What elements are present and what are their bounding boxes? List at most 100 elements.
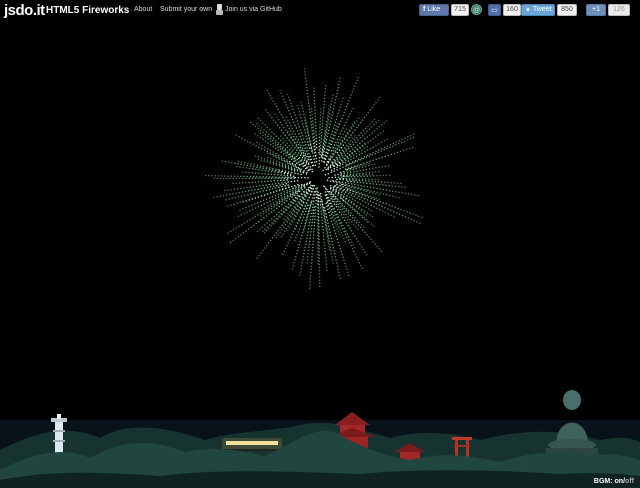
firework-spark bbox=[364, 251, 366, 253]
firework-spark bbox=[295, 237, 297, 239]
firework-spark bbox=[238, 191, 240, 194]
firework-spark bbox=[356, 120, 358, 122]
firework-spark bbox=[263, 158, 266, 160]
firework-spark bbox=[304, 198, 306, 200]
firework-spark bbox=[322, 145, 324, 147]
firework-spark bbox=[232, 192, 234, 195]
hatena-bookmark-button[interactable]: ▭ bbox=[488, 3, 501, 16]
firework-spark bbox=[325, 197, 328, 199]
firework-spark bbox=[242, 177, 244, 179]
firework-spark bbox=[377, 178, 380, 181]
firework-spark bbox=[342, 133, 344, 136]
firework-spark bbox=[349, 113, 351, 115]
firework-spark bbox=[325, 168, 327, 171]
firework-spark bbox=[305, 191, 308, 193]
firework-spark bbox=[362, 229, 364, 231]
firework-spark bbox=[377, 99, 379, 101]
firework-spark bbox=[329, 214, 331, 217]
github-icon[interactable] bbox=[216, 4, 223, 15]
firework-spark bbox=[303, 185, 305, 187]
facebook-like-button[interactable]: f Like bbox=[419, 3, 449, 16]
firework-spark bbox=[368, 155, 371, 157]
firework-spark bbox=[243, 194, 246, 197]
firework-spark bbox=[306, 171, 308, 173]
firework-spark bbox=[375, 101, 377, 104]
firework-spark bbox=[367, 164, 370, 167]
tweet-button[interactable]: ✦ Tweet bbox=[521, 3, 555, 16]
bgm-on-button[interactable]: on bbox=[615, 478, 624, 485]
firework-spark bbox=[341, 149, 344, 151]
share-icon[interactable]: @ bbox=[471, 4, 482, 15]
fireworks-canvas[interactable] bbox=[0, 0, 640, 488]
firework-spark bbox=[244, 161, 246, 164]
firework-spark bbox=[263, 187, 266, 189]
firework-spark bbox=[275, 155, 277, 157]
firework-spark bbox=[293, 180, 296, 182]
firework-spark bbox=[365, 163, 367, 165]
firework-spark bbox=[336, 115, 339, 117]
firework-spark bbox=[389, 144, 392, 146]
firework-spark bbox=[290, 167, 293, 170]
firework-spark bbox=[357, 139, 359, 141]
firework-spark bbox=[301, 147, 304, 149]
submit-link[interactable]: Submit your own bbox=[160, 6, 212, 13]
firework-spark bbox=[355, 179, 357, 182]
firework-spark bbox=[244, 181, 247, 184]
firework-spark bbox=[263, 129, 265, 131]
firework-spark bbox=[288, 109, 290, 112]
firework-spark bbox=[308, 147, 311, 149]
firework-spark bbox=[393, 216, 395, 218]
about-link[interactable]: About bbox=[134, 6, 152, 13]
firework-spark bbox=[286, 150, 289, 152]
firework-spark bbox=[397, 207, 399, 210]
firework-spark bbox=[332, 193, 335, 196]
firework-spark bbox=[278, 205, 281, 208]
firework-spark bbox=[337, 86, 339, 89]
firework-spark bbox=[313, 90, 315, 93]
firework-spark bbox=[340, 191, 343, 194]
firework-spark bbox=[275, 162, 278, 164]
firework-spark bbox=[360, 246, 363, 248]
firework-spark bbox=[406, 211, 408, 213]
firework-spark bbox=[379, 188, 381, 190]
firework-spark bbox=[355, 178, 357, 180]
firework-spark bbox=[346, 194, 348, 197]
bgm-off-button[interactable]: off bbox=[625, 478, 634, 485]
firework-spark bbox=[323, 212, 326, 215]
firework-spark bbox=[346, 236, 348, 238]
firework-spark bbox=[277, 146, 279, 148]
firework-spark bbox=[275, 187, 277, 189]
firework-spark bbox=[324, 218, 327, 221]
firework-spark bbox=[304, 147, 306, 149]
firework-spark bbox=[332, 108, 335, 110]
firework-spark bbox=[354, 190, 356, 192]
firework-spark bbox=[343, 170, 345, 173]
github-link[interactable]: Join us via GitHub bbox=[225, 6, 282, 13]
plus-one-button[interactable]: +1 bbox=[586, 3, 606, 16]
firework-spark bbox=[256, 166, 258, 168]
firework-spark bbox=[241, 191, 244, 193]
firework-spark bbox=[256, 257, 258, 259]
firework-spark bbox=[397, 185, 400, 188]
firework-spark bbox=[325, 123, 328, 126]
firework-spark bbox=[302, 171, 305, 173]
firework-spark bbox=[247, 162, 249, 164]
firework-spark bbox=[245, 206, 247, 209]
firework-spark bbox=[306, 262, 308, 264]
landscape bbox=[0, 390, 640, 488]
firework-spark bbox=[348, 188, 350, 190]
firework-spark bbox=[303, 249, 306, 252]
firework-spark bbox=[373, 118, 376, 121]
site-logo[interactable]: jsdo.it bbox=[4, 2, 45, 19]
firework-spark bbox=[301, 149, 303, 151]
firework-spark bbox=[274, 144, 277, 146]
firework-spark bbox=[249, 210, 251, 212]
firework-spark bbox=[336, 151, 339, 154]
firework-spark bbox=[269, 114, 271, 116]
firework-spark bbox=[358, 151, 360, 153]
firework-spark bbox=[323, 103, 325, 106]
firework-spark bbox=[286, 107, 289, 109]
firework-spark bbox=[308, 105, 310, 107]
firework-spark bbox=[266, 148, 269, 150]
firework-spark bbox=[341, 117, 343, 120]
